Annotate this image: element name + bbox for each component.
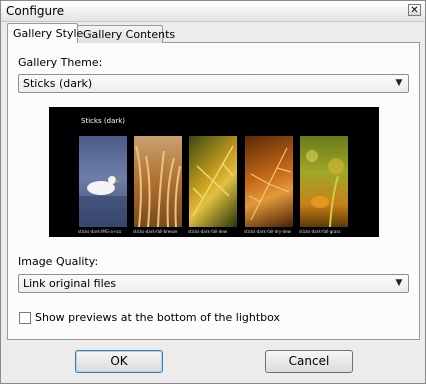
gallery-theme-value: Sticks (dark) [23,77,93,90]
show-previews-label[interactable]: Show previews at the bottom of the light… [35,311,280,324]
ok-button[interactable]: OK [75,350,163,373]
grass-photo-icon [134,136,182,227]
chevron-down-icon: ▼ [395,278,403,288]
image-quality-value: Link original files [23,277,117,290]
chevron-down-icon: ▼ [395,78,403,88]
theme-preview-image: Sticks (dark) sticks-dark-IMG-a-nco stic… [49,107,379,237]
gallery-theme-label: Gallery Theme: [18,56,103,69]
thumbnail-caption: sticks-dark-fall-breeze [133,229,178,234]
title-bar: Configure ✕ [1,1,425,22]
thumbnail-caption: sticks-dark-IMG-a-nco [78,229,122,234]
close-icon: ✕ [410,5,419,16]
thumbnail-caption: sticks-dark-fall-dew [188,229,227,234]
cancel-button[interactable]: Cancel [265,350,353,373]
show-previews-checkbox[interactable] [19,312,31,324]
configure-dialog: Configure ✕ Gallery Style Gallery Conten… [0,0,426,384]
duck-photo-icon [79,136,127,227]
tab-gallery-style[interactable]: Gallery Style [7,23,83,43]
tab-gallery-contents[interactable]: Gallery Contents [77,25,175,43]
close-button[interactable]: ✕ [408,4,421,16]
leaf-photo-icon [189,136,237,227]
thumbnail-caption: sticks-dark-fall-dry-dew [244,229,291,234]
image-quality-select[interactable]: Link original files ▼ [18,274,409,293]
image-quality-label: Image Quality: [18,255,99,268]
preview-title: Sticks (dark) [81,117,126,125]
grass-bokeh-photo-icon [300,136,348,227]
dry-leaf-photo-icon [245,136,293,227]
thumbnail-caption: sticks-dark-fall-grass [299,229,341,234]
window-title: Configure [6,4,65,18]
gallery-theme-select[interactable]: Sticks (dark) ▼ [18,74,409,93]
